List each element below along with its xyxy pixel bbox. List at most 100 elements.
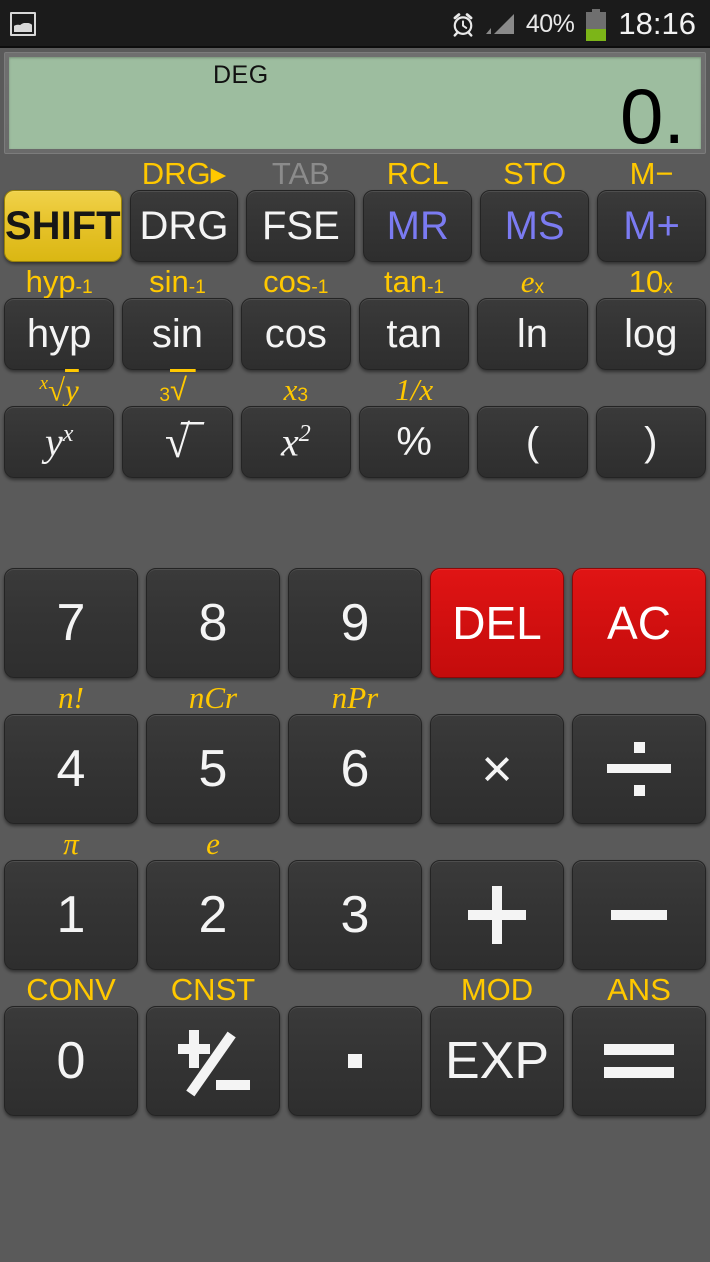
key-3[interactable]: 3 bbox=[288, 860, 422, 970]
key-mr[interactable]: MR bbox=[363, 190, 473, 262]
shift-label-percent: 1/x bbox=[395, 372, 434, 407]
key-cell-tan: tan -1 tan bbox=[358, 262, 470, 370]
key-cell-5: nCr 5 bbox=[146, 678, 280, 824]
shift-label-square-root: 3 √ bbox=[159, 372, 196, 407]
key-cell-7: 7 bbox=[4, 532, 138, 678]
status-bar: 40% 18:16 bbox=[0, 0, 710, 48]
key-open-paren[interactable]: ( bbox=[477, 406, 588, 478]
display-value: 0. bbox=[619, 72, 685, 160]
shift-label-1: π bbox=[63, 826, 79, 861]
key-exponent[interactable]: EXP bbox=[430, 1006, 564, 1116]
key-y-to-x[interactable]: yx bbox=[4, 406, 115, 478]
key-2[interactable]: 2 bbox=[146, 860, 280, 970]
sqrt-glyph: √̅̅̅ bbox=[164, 416, 191, 467]
shift-label-0: CONV bbox=[26, 972, 116, 1007]
key-4[interactable]: 4 bbox=[4, 714, 138, 824]
key-cell-percent: 1/x% bbox=[358, 370, 470, 478]
key-1[interactable]: 1 bbox=[4, 860, 138, 970]
key-all-clear[interactable]: AC bbox=[572, 568, 706, 678]
shift-label-y-to-x: x√y bbox=[39, 372, 79, 407]
numeric-keypad: 7 8 9 DEL AC n! 4 nCr 5 nPr 6 × π1e2 3 CONV 0 CN… bbox=[4, 532, 706, 1116]
key-cell-1: π1 bbox=[4, 824, 138, 970]
key-7[interactable]: 7 bbox=[4, 568, 138, 678]
shift-label-hyp: hyp -1 bbox=[25, 264, 93, 299]
gallery-icon bbox=[10, 12, 36, 36]
key-hyp[interactable]: hyp bbox=[4, 298, 115, 370]
plus-minus-glyph bbox=[176, 1028, 250, 1097]
key-ln[interactable]: ln bbox=[477, 298, 588, 370]
scientific-keypad: SHIFT DRG▸ DRG TAB FSE RCL MR STO MS M− M+ hyp -1 hyp… bbox=[4, 154, 706, 478]
decimal-dot-glyph bbox=[348, 1054, 362, 1068]
key-cell-exponent: MOD EXP bbox=[430, 970, 564, 1116]
key-0[interactable]: 0 bbox=[4, 1006, 138, 1116]
key-cell-sign-toggle: CNST bbox=[146, 970, 280, 1116]
key-sign-toggle[interactable] bbox=[146, 1006, 280, 1116]
key-minus[interactable] bbox=[572, 860, 706, 970]
key-delete[interactable]: DEL bbox=[430, 568, 564, 678]
key-cell-minus bbox=[572, 824, 706, 970]
key-plus[interactable] bbox=[430, 860, 564, 970]
shift-label-mr: RCL bbox=[386, 156, 449, 191]
key-6[interactable]: 6 bbox=[288, 714, 422, 824]
key-divide[interactable] bbox=[572, 714, 706, 824]
keypad-spacer bbox=[4, 478, 706, 532]
key-equals[interactable] bbox=[572, 1006, 706, 1116]
shift-label-6: nPr bbox=[331, 680, 379, 715]
key-tan[interactable]: tan bbox=[358, 298, 470, 370]
shift-label-sign-toggle: CNST bbox=[170, 972, 256, 1007]
plus-glyph bbox=[468, 886, 526, 944]
signal-bars-icon bbox=[485, 12, 516, 36]
key-cell-hyp: hyp -1 hyp bbox=[4, 262, 115, 370]
key-cell-y-to-x: x√y yx bbox=[4, 370, 115, 478]
key-cell-cos: cos -1 cos bbox=[240, 262, 351, 370]
alarm-clock-icon bbox=[450, 11, 476, 37]
key-cell-close-paren: ) bbox=[595, 370, 706, 478]
key-9[interactable]: 9 bbox=[288, 568, 422, 678]
row-0: CONV 0 CNST MOD EXP ANS bbox=[4, 970, 706, 1116]
key-fse[interactable]: FSE bbox=[246, 190, 356, 262]
divide-glyph bbox=[607, 740, 671, 798]
key-5[interactable]: 5 bbox=[146, 714, 280, 824]
key-multiply[interactable]: × bbox=[430, 714, 564, 824]
key-cell-delete: DEL bbox=[430, 532, 564, 678]
angle-mode-indicator: DEG bbox=[213, 61, 269, 89]
status-bar-divider bbox=[0, 46, 710, 48]
key-8[interactable]: 8 bbox=[146, 568, 280, 678]
key-close-paren[interactable]: ) bbox=[595, 406, 706, 478]
key-cos[interactable]: cos bbox=[240, 298, 351, 370]
shift-label-equals: ANS bbox=[607, 972, 671, 1007]
key-cell-8: 8 bbox=[146, 532, 280, 678]
key-cell-ln: e x ln bbox=[477, 262, 588, 370]
row-789: 7 8 9 DEL AC bbox=[4, 532, 706, 678]
shift-label-4: n! bbox=[58, 680, 84, 715]
row-123: π1e2 3 bbox=[4, 824, 706, 970]
key-cell-all-clear: AC bbox=[572, 532, 706, 678]
key-cell-open-paren: ( bbox=[477, 370, 588, 478]
shift-label-x-squared: x3 bbox=[283, 372, 309, 407]
shift-label-ln: ex bbox=[520, 264, 545, 299]
shift-label-log: 10 x bbox=[628, 264, 673, 299]
key-m-plus[interactable]: M+ bbox=[597, 190, 706, 262]
shift-label-m-plus: M− bbox=[629, 156, 674, 191]
key-cell-6: nPr 6 bbox=[288, 678, 422, 824]
shift-label-drg: DRG▸ bbox=[141, 156, 227, 191]
key-log[interactable]: log bbox=[595, 298, 706, 370]
key-cell-multiply: × bbox=[430, 678, 564, 824]
key-cell-square-root: 3 √ √̅̅̅ bbox=[122, 370, 233, 478]
key-cell-divide bbox=[572, 678, 706, 824]
key-drg[interactable]: DRG bbox=[129, 190, 239, 262]
key-shift[interactable]: SHIFT bbox=[4, 190, 122, 262]
key-ms[interactable]: MS bbox=[480, 190, 590, 262]
key-square-root[interactable]: √̅̅̅ bbox=[122, 406, 233, 478]
multiply-glyph: × bbox=[481, 739, 513, 799]
shift-label-tan: tan -1 bbox=[384, 264, 445, 299]
key-cell-ms: STO MS bbox=[480, 154, 590, 262]
keypad: SHIFT DRG▸ DRG TAB FSE RCL MR STO MS M− M+ hyp -1 hyp… bbox=[0, 154, 710, 1116]
status-bar-left bbox=[10, 12, 36, 36]
key-decimal-point[interactable] bbox=[288, 1006, 422, 1116]
key-x-squared[interactable]: x2 bbox=[240, 406, 351, 478]
memory-row: SHIFT DRG▸ DRG TAB FSE RCL MR STO MS M− M+ bbox=[4, 154, 706, 262]
shift-label-5: nCr bbox=[188, 680, 238, 715]
key-sin[interactable]: sin bbox=[122, 298, 233, 370]
key-percent[interactable]: % bbox=[358, 406, 470, 478]
